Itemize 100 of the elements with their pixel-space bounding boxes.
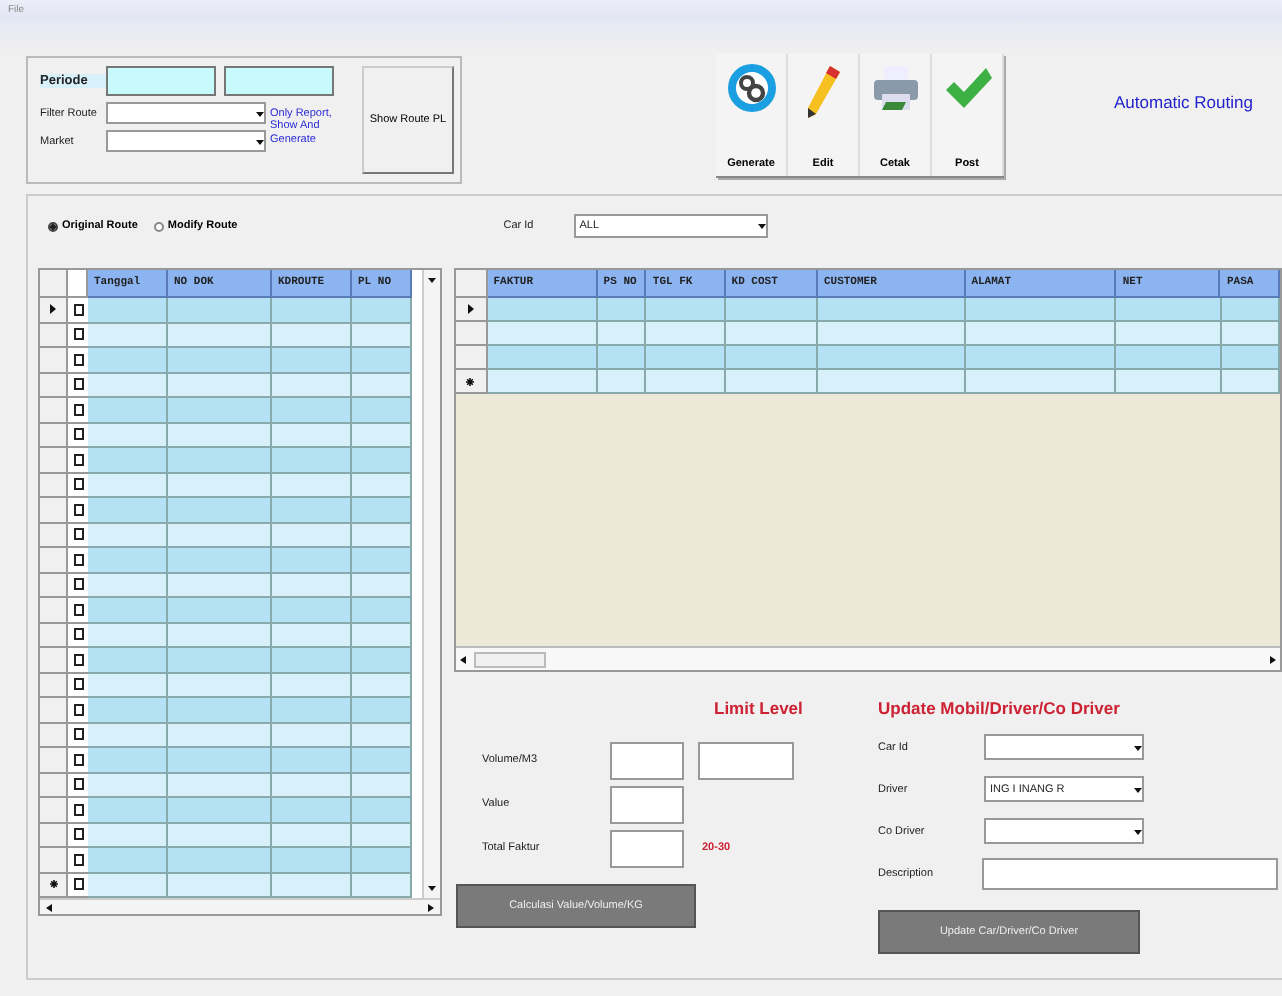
row-checkbox[interactable] [73, 503, 83, 516]
table-cell [168, 298, 272, 323]
table-cell [168, 823, 272, 848]
table-cell [352, 373, 412, 398]
table-cell [272, 423, 352, 448]
row-checkbox[interactable] [73, 353, 83, 366]
row-checkbox[interactable] [73, 403, 83, 416]
row-checkbox[interactable] [73, 328, 83, 341]
row-checkbox[interactable] [73, 653, 83, 666]
table-cell [272, 398, 352, 423]
table-cell [88, 348, 168, 373]
row-checkbox[interactable] [73, 678, 83, 691]
table-cell [725, 346, 818, 370]
table-cell [88, 798, 168, 823]
table-cell [646, 370, 726, 394]
date-field[interactable] [224, 66, 334, 96]
table-cell [487, 370, 598, 394]
table-cell [88, 373, 168, 398]
update-dropdown[interactable] [984, 818, 1144, 844]
row-checkbox[interactable] [73, 478, 83, 491]
table-cell [352, 623, 412, 648]
radio-dot[interactable] [48, 221, 58, 231]
row-checkbox[interactable] [73, 828, 83, 841]
row-checkbox[interactable] [73, 778, 83, 791]
row-checkbox[interactable] [73, 553, 83, 566]
table-cell [272, 823, 352, 848]
table-cell [352, 798, 412, 823]
vertical-scrollbar[interactable] [422, 270, 440, 898]
row-checkbox[interactable] [73, 428, 83, 441]
row-checkbox[interactable] [73, 703, 83, 716]
table-cell [1221, 346, 1280, 370]
row-checkbox[interactable] [73, 528, 83, 541]
limit-field[interactable] [698, 741, 794, 779]
row-header[interactable] [40, 298, 68, 323]
measure-field[interactable] [610, 829, 684, 867]
row-checkbox[interactable] [73, 803, 83, 816]
table-cell [168, 848, 272, 873]
horizontal-scrollbar[interactable] [456, 646, 1280, 670]
update-dropdown[interactable] [984, 734, 1144, 760]
measure-field[interactable] [610, 785, 684, 823]
table-cell [352, 473, 412, 498]
table-cell [272, 548, 352, 573]
table-cell [168, 723, 272, 748]
filter-dropdown[interactable] [106, 102, 266, 124]
row-checkbox[interactable] [73, 628, 83, 641]
dropdown-arrow-icon [1134, 827, 1142, 835]
scroll-left-icon [460, 655, 466, 663]
row-header[interactable] [456, 298, 488, 322]
scroll-down-icon [428, 884, 436, 892]
table-cell [168, 473, 272, 498]
dropdown-arrow-icon [757, 222, 766, 230]
table-cell [88, 523, 168, 548]
table-cell [168, 598, 272, 623]
row-header[interactable] [40, 873, 68, 898]
table-cell [272, 348, 352, 373]
table-cell [725, 370, 818, 394]
table-cell [168, 698, 272, 723]
table-cell [88, 748, 168, 773]
date-field[interactable] [106, 66, 216, 96]
table-cell [352, 748, 412, 773]
row-checkbox[interactable] [73, 453, 83, 466]
row-checkbox[interactable] [73, 303, 83, 316]
row-checkbox[interactable] [73, 853, 83, 866]
table-cell [88, 873, 168, 898]
table-cell [352, 848, 412, 873]
table-cell [352, 573, 412, 598]
table-cell [352, 548, 412, 573]
current-row-icon [50, 304, 56, 315]
table-cell [88, 598, 168, 623]
app-title: Automatic Routing [1114, 92, 1253, 114]
table-cell [352, 723, 412, 748]
row-checkbox[interactable] [73, 728, 83, 741]
row-checkbox[interactable] [73, 753, 83, 766]
scroll-thumb[interactable] [474, 651, 546, 667]
table-cell [272, 873, 352, 898]
table-cell [1221, 370, 1280, 394]
table-cell [88, 473, 168, 498]
measure-field[interactable] [610, 741, 684, 779]
table-cell [725, 298, 818, 322]
table-cell [352, 698, 412, 723]
table-cell [272, 848, 352, 873]
filter-dropdown[interactable] [106, 130, 266, 152]
table-cell [1116, 298, 1221, 322]
table-cell [352, 398, 412, 423]
table-cell [88, 548, 168, 573]
table-cell [352, 423, 412, 448]
row-checkbox[interactable] [73, 878, 83, 891]
description-field[interactable] [982, 857, 1278, 889]
table-cell [88, 673, 168, 698]
row-header[interactable] [456, 370, 488, 394]
row-checkbox[interactable] [73, 378, 83, 391]
radio-dot[interactable] [153, 221, 164, 231]
current-row-icon [467, 304, 474, 314]
horizontal-scrollbar[interactable] [40, 898, 440, 914]
table-cell [597, 298, 647, 322]
table-cell [272, 698, 352, 723]
new-row-icon [49, 880, 57, 889]
row-checkbox[interactable] [73, 603, 83, 616]
printer-icon [869, 62, 921, 114]
row-checkbox[interactable] [73, 578, 83, 591]
